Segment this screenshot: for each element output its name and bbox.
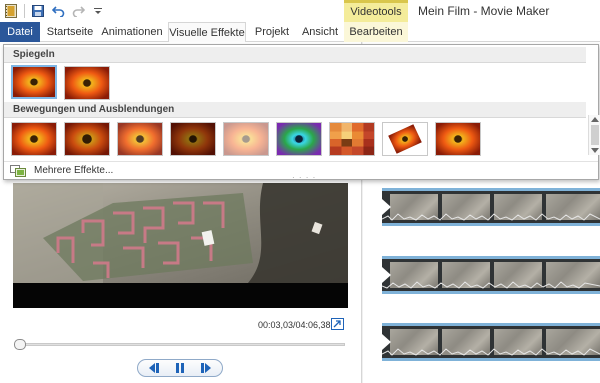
storyboard-clip[interactable] — [382, 256, 600, 294]
scroll-up-icon[interactable] — [591, 117, 599, 122]
audio-waveform — [382, 281, 600, 289]
flower-image — [12, 123, 56, 155]
window-title: Mein Film - Movie Maker — [418, 4, 550, 18]
context-group-label: Videotools — [344, 0, 408, 22]
video-frame-image — [13, 183, 348, 308]
save-icon[interactable] — [31, 4, 45, 18]
flower-image — [65, 67, 109, 99]
toolbar-separator — [24, 4, 25, 18]
next-frame-button[interactable] — [195, 361, 215, 375]
audio-waveform — [382, 348, 600, 356]
pause-button[interactable] — [170, 361, 190, 375]
more-effects-link[interactable]: Mehrere Effekte... — [34, 165, 113, 176]
seek-thumb[interactable] — [14, 339, 26, 350]
storyboard-clip[interactable] — [382, 188, 600, 226]
flower-image — [383, 123, 427, 155]
gallery-scrollbar[interactable] — [588, 115, 600, 155]
effect-thumbnail[interactable] — [11, 122, 57, 156]
undo-icon[interactable] — [51, 4, 65, 18]
ribbon-tab-row: Datei Startseite Animationen Visuelle Ef… — [0, 22, 600, 43]
effect-thumbnail[interactable] — [435, 122, 481, 156]
section-header-mirror: Spiegeln — [4, 47, 586, 63]
flower-image — [13, 67, 55, 97]
tab-animations[interactable]: Animationen — [100, 22, 164, 42]
effect-thumbnail[interactable] — [276, 122, 322, 156]
fullscreen-button[interactable] — [331, 318, 344, 330]
section-header-motions-fades: Bewegungen und Ausblendungen — [4, 102, 586, 118]
tab-view[interactable]: Ansicht — [298, 22, 342, 42]
effect-thumbnail[interactable] — [64, 122, 110, 156]
flower-image — [330, 123, 374, 155]
video-preview[interactable] — [13, 183, 348, 308]
pause-icon — [175, 363, 184, 373]
expand-icon — [333, 320, 341, 328]
effect-thumbnail[interactable] — [329, 122, 375, 156]
playback-controls — [137, 359, 223, 377]
audio-waveform — [382, 213, 600, 221]
tab-file[interactable]: Datei — [0, 22, 40, 42]
title-bar: Videotools Mein Film - Movie Maker — [0, 0, 600, 22]
effect-thumbnail[interactable] — [223, 122, 269, 156]
tab-home[interactable]: Startseite — [44, 22, 96, 42]
effect-thumbnail[interactable] — [117, 122, 163, 156]
flower-image — [65, 123, 109, 155]
previous-frame-icon — [149, 363, 160, 373]
tab-edit[interactable]: Bearbeiten — [344, 22, 408, 42]
resize-grip-icon[interactable]: · · · · — [292, 174, 316, 182]
flower-image — [118, 123, 162, 155]
app-menu-icon[interactable] — [4, 4, 18, 18]
effects-gallery: Spiegeln Bewegungen und Ausblendungen Me… — [3, 44, 600, 182]
flower-image — [436, 123, 480, 155]
tab-visual-effects[interactable]: Visuelle Effekte — [168, 22, 246, 43]
more-effects-icon — [10, 165, 26, 177]
clip-start-marker — [382, 199, 391, 215]
customize-toolbar-icon[interactable] — [91, 4, 105, 18]
movie-maker-window: Videotools Mein Film - Movie Maker Datei… — [0, 0, 600, 383]
scroll-thumb[interactable] — [591, 125, 599, 145]
effect-thumbnail-mirror-vertical[interactable] — [64, 66, 110, 100]
redo-icon[interactable] — [71, 4, 85, 18]
effect-thumbnail[interactable] — [382, 122, 428, 156]
previous-frame-button[interactable] — [145, 361, 165, 375]
next-frame-icon — [200, 363, 211, 373]
flower-image — [224, 123, 268, 155]
scroll-down-icon[interactable] — [591, 148, 599, 153]
effect-thumbnail[interactable] — [170, 122, 216, 156]
tab-project[interactable]: Projekt — [250, 22, 294, 42]
effect-thumbnail-mirror-horizontal[interactable] — [11, 65, 57, 99]
flower-image — [277, 123, 321, 155]
clip-start-marker — [382, 334, 391, 350]
flower-image — [171, 123, 215, 155]
clip-start-marker — [382, 267, 391, 283]
seek-bar[interactable] — [20, 343, 345, 346]
quick-access-toolbar — [4, 3, 105, 19]
gallery-footer: Mehrere Effekte... · · · · — [4, 161, 598, 182]
timecode: 00:03,03/04:06,38 — [258, 320, 331, 330]
storyboard-clip[interactable] — [382, 323, 600, 361]
